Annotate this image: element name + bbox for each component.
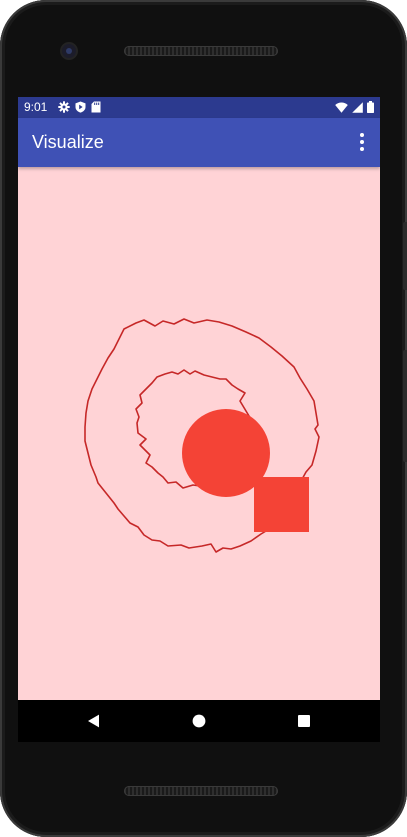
back-icon: [88, 714, 99, 728]
app-bar: Visualize: [18, 118, 380, 167]
overflow-menu-button[interactable]: [352, 130, 372, 154]
cell-signal-icon: [352, 101, 363, 113]
status-right-icons: [335, 100, 374, 114]
phone-frame: 9:01 Visualize: [0, 0, 407, 837]
status-time: 9:01: [24, 100, 48, 114]
home-button[interactable]: [188, 710, 210, 732]
wifi-icon: [335, 101, 348, 113]
front-camera: [62, 44, 76, 58]
gear-icon: [58, 101, 70, 113]
volume-button: [403, 350, 407, 462]
app-screen: 9:01 Visualize: [18, 97, 380, 700]
recents-button[interactable]: [293, 710, 315, 732]
bottom-speaker: [124, 786, 278, 796]
home-icon: [192, 714, 206, 728]
back-button[interactable]: [83, 710, 105, 732]
recents-icon: [298, 715, 310, 727]
power-button: [403, 222, 407, 290]
battery-icon: [367, 101, 374, 113]
play-protect-icon: [75, 101, 86, 113]
filled-square: [254, 477, 309, 532]
navigation-bar: [18, 700, 380, 742]
visualization-canvas: [84, 318, 320, 553]
overflow-menu-icon: [360, 133, 364, 151]
app-title: Visualize: [32, 132, 104, 152]
top-speaker: [124, 46, 278, 56]
status-left-icons: [58, 100, 101, 114]
status-bar: 9:01: [18, 97, 380, 118]
sd-card-icon: [91, 101, 101, 113]
